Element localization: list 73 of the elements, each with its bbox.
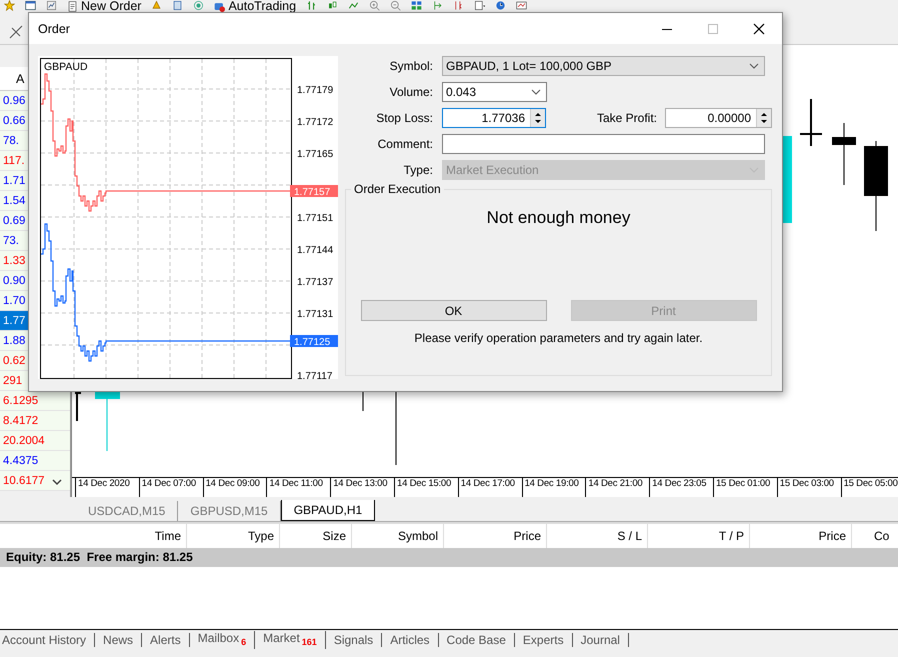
chart-window-icon[interactable] <box>46 0 57 11</box>
chart-tab[interactable]: USDCAD,M15 <box>76 501 178 521</box>
take-profit-field[interactable]: 0.00000 <box>665 108 772 128</box>
symbol-dropdown[interactable]: GBPAUD, 1 Lot= 100,000 GBP <box>442 56 765 76</box>
price-label: 1.77172 <box>297 117 334 128</box>
close-icon[interactable] <box>753 22 765 34</box>
terminal-tab[interactable]: Signals <box>332 633 382 647</box>
account-summary: Equity: 81.25 Free margin: 81.25 <box>0 548 898 567</box>
signal-icon[interactable] <box>193 0 204 11</box>
price-row[interactable]: 4.4375 <box>0 451 70 471</box>
zoom-in-icon[interactable] <box>369 0 380 11</box>
indicator-icon[interactable] <box>516 0 528 11</box>
candle <box>832 122 856 186</box>
bar-chart-icon[interactable] <box>306 0 318 11</box>
chevron-down-icon[interactable] <box>749 63 759 69</box>
price-label: 1.77117 <box>297 371 332 379</box>
field-label: Comment: <box>376 137 434 151</box>
chart-shift-icon[interactable] <box>432 0 444 11</box>
terminal-tab[interactable]: Mailbox $_{6}$ <box>196 631 256 649</box>
field-label: Type: <box>402 163 434 177</box>
hint-text: Please verify operation parameters and try again later. <box>414 331 703 345</box>
price-label: 1.77151 <box>297 213 334 224</box>
dialog-button[interactable]: OK <box>360 300 546 321</box>
candlestick-icon[interactable] <box>327 0 338 11</box>
window-icon[interactable] <box>25 0 36 11</box>
candle <box>799 98 823 147</box>
terminal-tab[interactable]: Journal <box>578 633 629 647</box>
terminal-tab[interactable]: Account History <box>0 633 96 647</box>
group-title: Order Execution <box>351 182 444 196</box>
field-label: Take Profit: <box>596 111 658 125</box>
window-title: Order <box>38 22 71 36</box>
price-row[interactable]: 10.6177 <box>0 471 70 491</box>
spinner-icon[interactable] <box>756 109 771 127</box>
autotrading-button[interactable]: AutoTrading <box>214 0 296 12</box>
price-tag: 1.77157 <box>290 185 338 198</box>
terminal-tab[interactable]: Market $_{161}$ <box>261 631 326 649</box>
price-row[interactable]: 20.2004 <box>0 431 70 451</box>
tile-windows-icon[interactable] <box>411 0 422 11</box>
terminal-tab[interactable]: Articles <box>388 633 439 647</box>
price-label: 1.77165 <box>297 149 334 160</box>
price-label: 1.77144 <box>297 245 334 256</box>
chart-tab[interactable]: GBPAUD,H1 <box>280 500 376 521</box>
volume-field[interactable]: 0.043 <box>442 82 547 102</box>
template-icon[interactable] <box>474 0 486 11</box>
column-header: A <box>16 72 24 86</box>
field-label: Symbol: <box>388 59 434 73</box>
field-label: Volume: <box>388 85 434 99</box>
symbol-label: GBPAUD <box>44 61 88 73</box>
document-icon[interactable] <box>172 0 184 11</box>
column-header[interactable]: Co <box>852 524 898 548</box>
scroll-down-icon[interactable] <box>52 478 62 486</box>
price-row[interactable]: 6.1295 <box>0 391 70 411</box>
terminal-tab[interactable]: News <box>101 633 142 647</box>
terminal-tab[interactable]: Alerts <box>148 633 190 647</box>
candle <box>74 390 82 422</box>
stop-loss-field[interactable]: 1.77036 <box>442 108 546 128</box>
price-row[interactable]: 8.4172 <box>0 411 70 431</box>
price-tag: 1.77125 <box>290 335 338 348</box>
zoom-out-icon[interactable] <box>390 0 402 11</box>
price-label: 1.77179 <box>297 85 334 96</box>
comment-field[interactable] <box>442 134 765 154</box>
price-label: 1.77131 <box>297 309 334 320</box>
new-order-button[interactable]: New Order <box>67 0 142 12</box>
field-label: Stop Loss: <box>375 111 434 125</box>
line-chart-icon[interactable] <box>348 0 360 11</box>
price-label: 1.77137 <box>297 277 334 288</box>
error-message: Not enough money <box>486 208 630 228</box>
chevron-down-icon[interactable] <box>531 89 541 95</box>
star-icon[interactable] <box>4 0 15 11</box>
spinner-icon[interactable] <box>530 109 545 127</box>
terminal-tab[interactable]: Experts <box>520 633 573 647</box>
clock-icon[interactable] <box>495 0 506 11</box>
terminal-tab[interactable]: Code Base <box>444 633 515 647</box>
